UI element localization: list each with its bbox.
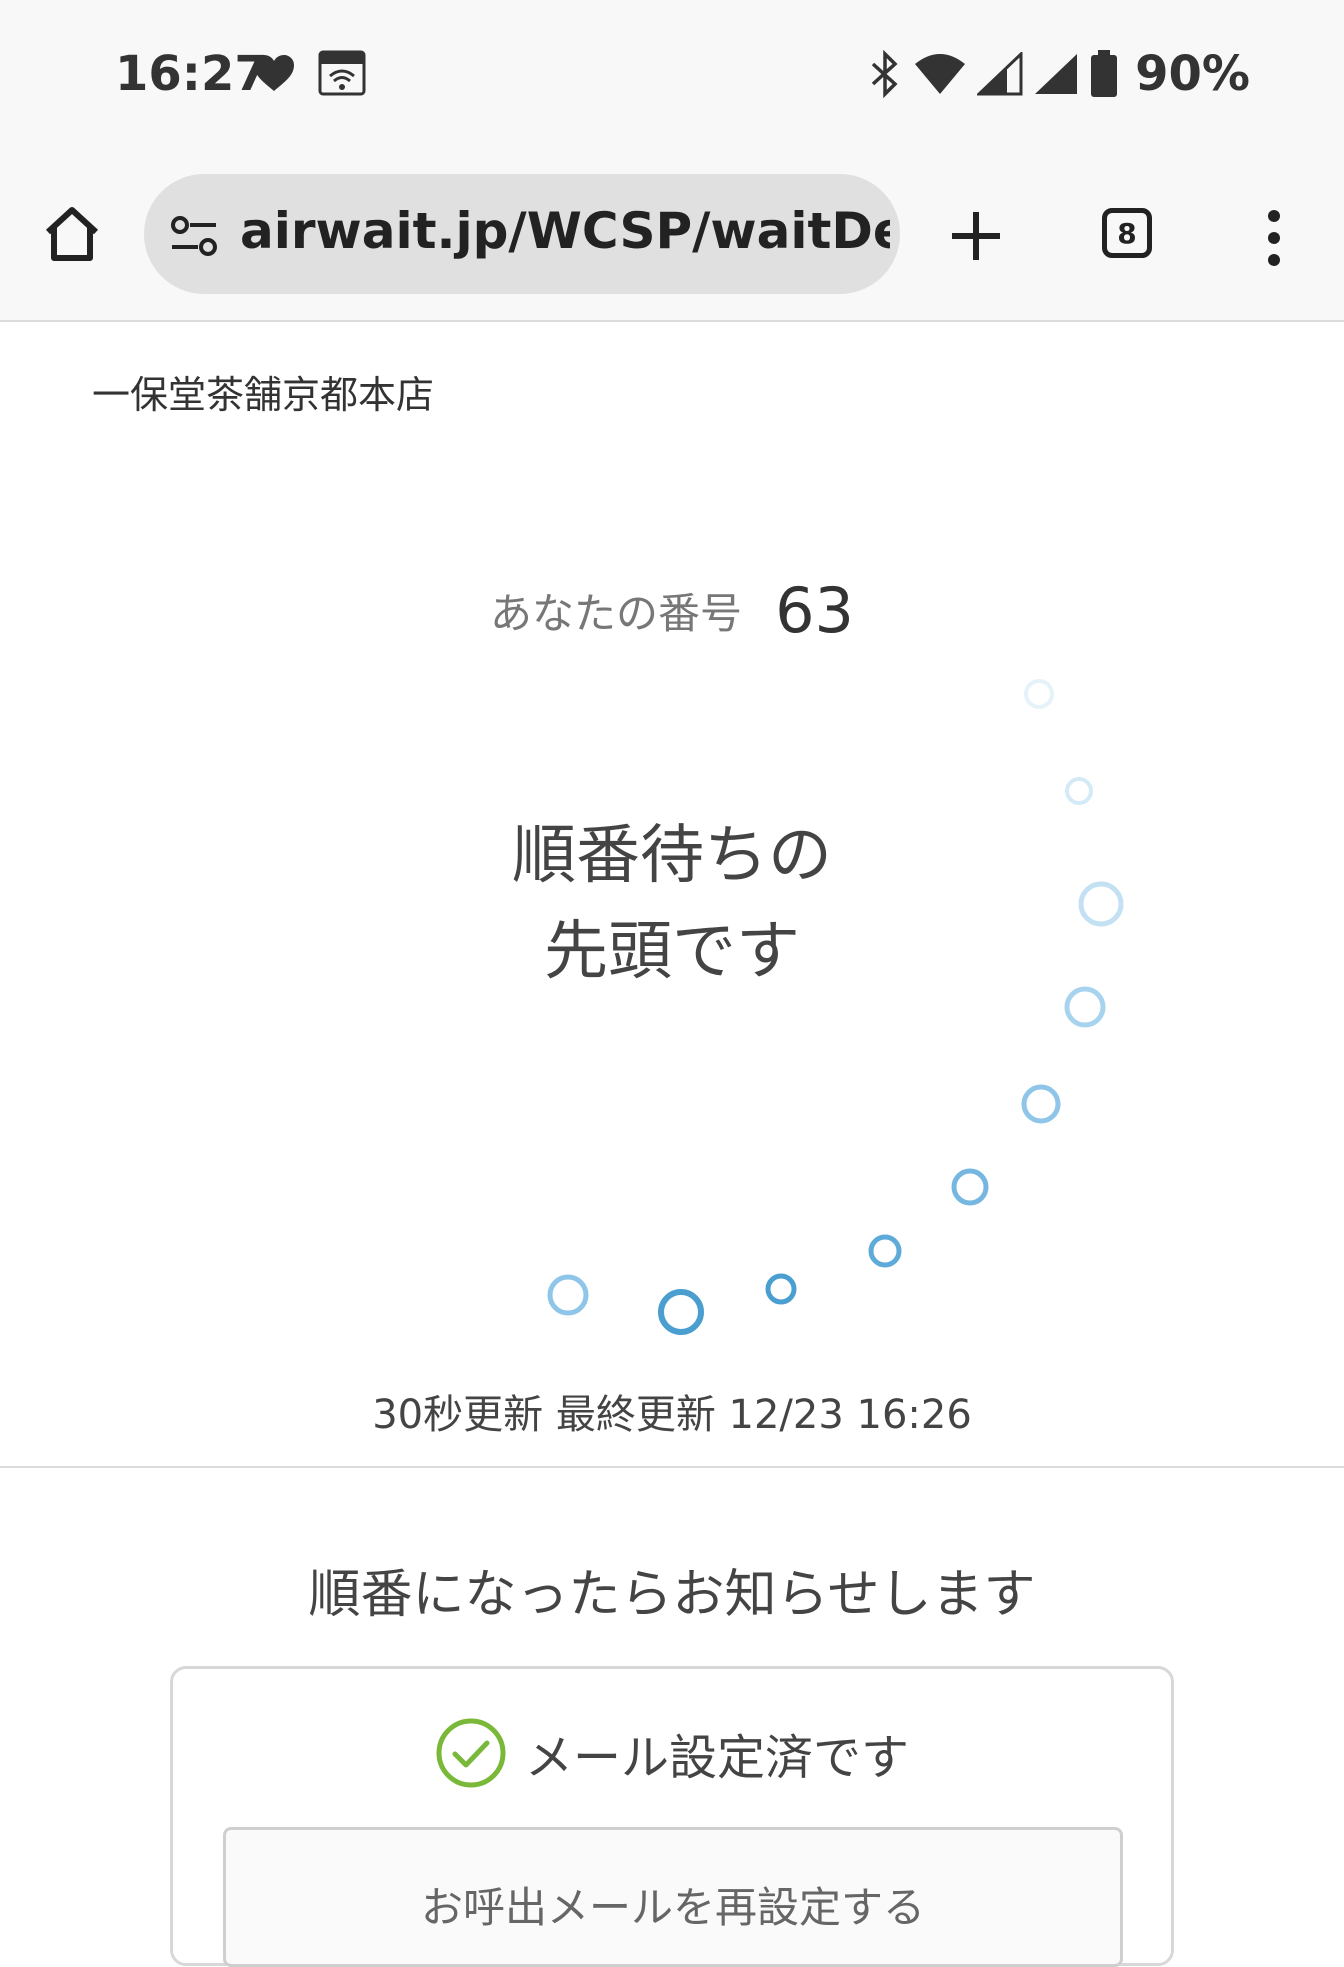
status-bar: 16:27 90% [0,0,1344,152]
reset-mail-button[interactable]: お呼出メールを再設定する [223,1827,1123,1967]
home-icon[interactable] [40,202,104,266]
signal-icon [977,52,1023,96]
wifi-icon [915,54,966,94]
spinner-dot [1024,679,1054,709]
status-time: 16:27 [115,46,268,102]
bluetooth-icon [871,50,898,98]
spinner-dot [1065,777,1093,805]
update-info: 30秒更新 最終更新 12/23 16:26 [372,1392,972,1438]
store-name: 一保堂茶舗京都本店 [92,373,435,417]
notification-card: メール設定済です お呼出メールを再設定する [170,1666,1174,1967]
section-divider [0,1466,1344,1468]
spinner-dot [951,1168,989,1206]
status-line-2: 先頭です [544,915,800,989]
spinner-dot [547,1274,589,1316]
status-line-1: 順番待ちの [512,819,832,893]
address-bar[interactable]: airwait.jp/WCSP/waitDetai [144,174,900,294]
tab-switcher-button[interactable]: 8 [1102,208,1152,258]
number-label: あなたの番号 [489,589,742,638]
url-text[interactable]: airwait.jp/WCSP/waitDetai [240,202,890,260]
spinner-dot [658,1289,704,1335]
spinner-dot [868,1234,902,1268]
heart-icon [254,55,294,91]
spinner-dot [1021,1084,1061,1124]
spinner-dot [765,1273,797,1305]
signal-icon [1035,54,1078,94]
mail-status: メール設定済です [173,1717,1171,1789]
queue-status-message: 順番待ちの 先頭です [0,808,1344,1000]
new-tab-icon[interactable] [948,208,1004,264]
mail-status-text: メール設定済です [524,1730,909,1786]
browser-toolbar: airwait.jp/WCSP/waitDetai 8 [0,152,1344,322]
battery-icon [1091,50,1118,97]
site-settings-icon[interactable] [168,214,220,258]
more-menu-icon[interactable] [1256,208,1292,268]
notify-message: 順番になったらお知らせします [308,1565,1036,1625]
au-wifi-icon [318,50,366,96]
check-circle-icon [436,1718,506,1788]
number-value: 63 [775,574,854,647]
queue-number: あなたの番号 63 [0,574,1344,647]
battery-percent: 90% [1135,46,1250,102]
